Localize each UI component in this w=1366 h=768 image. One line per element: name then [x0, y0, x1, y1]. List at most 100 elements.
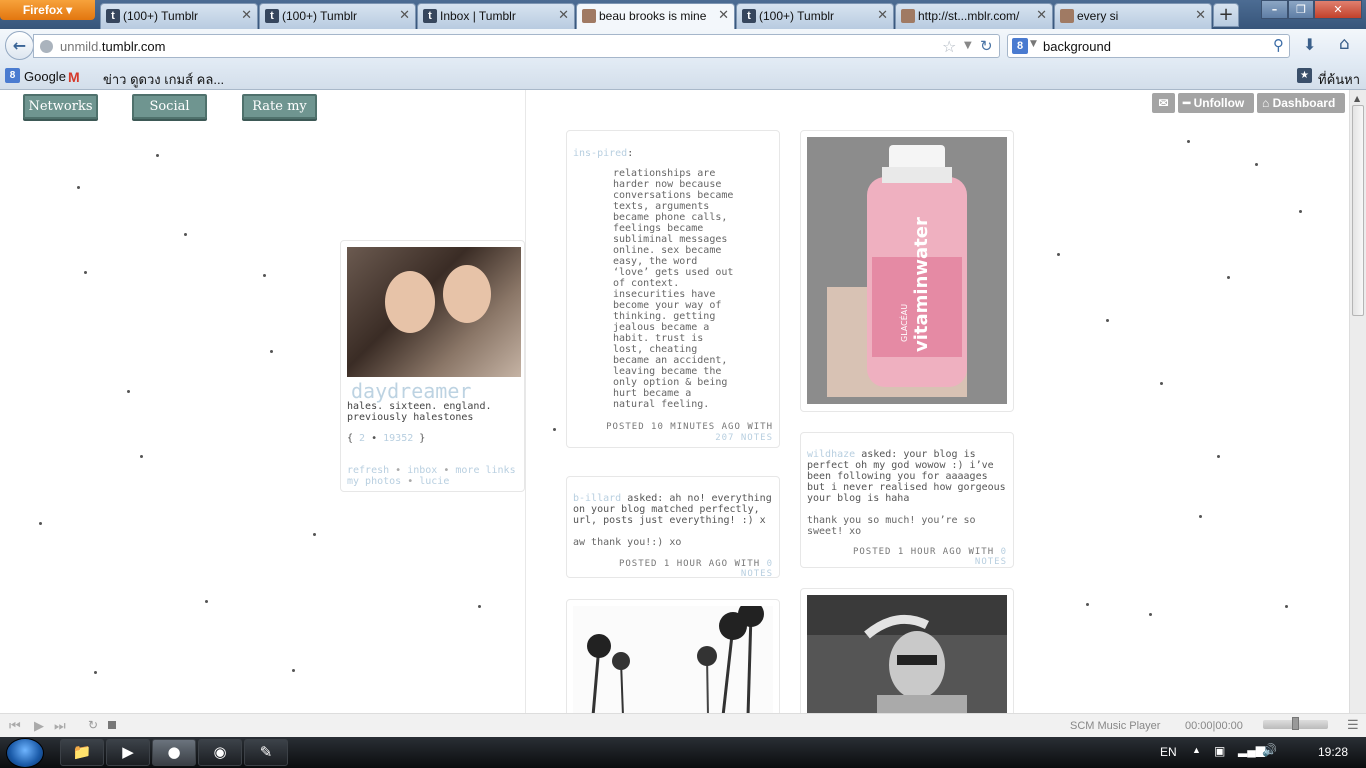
ask-verb: asked: — [861, 449, 898, 460]
network-icon[interactable]: ▣ — [1214, 744, 1225, 758]
firefox-menu-button[interactable]: Firefox ▾ — [0, 0, 95, 20]
speck-decoration — [1217, 455, 1220, 458]
star-icon[interactable]: ☆ — [942, 37, 956, 56]
more-links-link[interactable]: more links — [455, 465, 515, 476]
player-title: SCM Music Player — [1070, 720, 1161, 732]
window-close-button[interactable]: ✕ — [1314, 0, 1362, 19]
unfollow-button[interactable]: ━ Unfollow — [1178, 93, 1254, 113]
asker-link[interactable]: wildhaze — [807, 449, 855, 460]
download-icon[interactable]: ⬇ — [1303, 35, 1316, 54]
refresh-link[interactable]: refresh — [347, 465, 389, 476]
chevron-down-icon[interactable]: ▼ — [964, 40, 972, 51]
google-search-engine-icon[interactable]: 8 — [1012, 38, 1028, 54]
photo-post — [800, 588, 1014, 713]
tab-every-si[interactable]: every si ✕ — [1054, 3, 1212, 29]
bookmark-news[interactable]: ข่าว ดูดวง เกมส์ คล... — [103, 69, 224, 90]
notes-link[interactable]: 207 NOTES — [715, 433, 773, 443]
app-icon[interactable]: ✎ — [244, 739, 288, 766]
blog-description: hales. sixteen. england. previously hale… — [347, 401, 492, 423]
media-player-icon[interactable]: ▶ — [106, 739, 150, 766]
close-icon[interactable]: ✕ — [399, 8, 410, 23]
inbox-link[interactable]: inbox — [407, 465, 437, 476]
explorer-icon[interactable]: 📁 — [60, 739, 104, 766]
bookmarks-star-icon: ★ — [1297, 68, 1312, 83]
previous-icon[interactable]: ⏮ — [9, 718, 21, 734]
new-tab-button[interactable]: + — [1213, 3, 1239, 27]
rate-my-blog-link[interactable]: Rate my blog! — [242, 94, 317, 135]
tab-title: every si — [1077, 9, 1119, 23]
language-indicator[interactable]: EN — [1160, 745, 1177, 759]
show-hidden-icons-icon[interactable]: ▲ — [1192, 745, 1201, 755]
tab-tumblr-2[interactable]: t (100+) Tumblr ✕ — [259, 3, 416, 29]
close-icon[interactable]: ✕ — [718, 8, 729, 23]
maximize-button[interactable]: ❐ — [1288, 0, 1314, 19]
scroll-thumb[interactable] — [1352, 105, 1364, 316]
bookmark-google[interactable]: Google — [24, 69, 66, 84]
bookmark-search[interactable]: ที่ค้นหา — [1318, 69, 1360, 90]
speck-decoration — [140, 455, 143, 458]
signal-icon[interactable]: ▂▄▆ — [1238, 743, 1265, 757]
photo-favicon-icon — [1060, 9, 1074, 23]
photo-face — [443, 265, 491, 323]
close-icon[interactable]: ✕ — [877, 8, 888, 23]
volume-handle[interactable] — [1292, 717, 1299, 730]
tab-title: (100+) Tumblr — [123, 9, 199, 23]
networks-link[interactable]: Networks — [23, 94, 98, 119]
search-icon[interactable]: ⚲ — [1273, 36, 1284, 54]
close-icon[interactable]: ✕ — [1195, 8, 1206, 23]
asker-link[interactable]: b-illard — [573, 493, 621, 504]
gmail-icon[interactable]: M — [68, 69, 80, 85]
tab-tumblr-1[interactable]: t (100+) Tumblr ✕ — [100, 3, 258, 29]
clock[interactable]: 19:28 — [1318, 745, 1348, 759]
search-bar[interactable]: 8 ▼ background ⚲ — [1007, 34, 1290, 58]
photo-post: vitaminwater GLACÉAU — [800, 130, 1014, 412]
scroll-up-icon[interactable]: ▲ — [1354, 94, 1360, 103]
quote-text: relationships are harder now because con… — [613, 168, 734, 410]
post-meta: POSTED 1 HOUR AGO WITH 0 NOTES — [591, 559, 773, 579]
stop-icon[interactable] — [108, 721, 116, 729]
address-bar[interactable]: unmild.tumblr.com ☆ ▼ ↻ — [33, 34, 1000, 58]
firefox-icon[interactable]: ● — [152, 739, 196, 766]
back-button[interactable]: ← — [5, 31, 34, 60]
message-icon[interactable]: ✉ — [1152, 93, 1175, 113]
speck-decoration — [127, 390, 130, 393]
music-player-bar: ⏮ ▶ ⏭ ↻ SCM Music Player 00:00|00:00 ☰ — [0, 713, 1366, 737]
home-icon[interactable]: ⌂ — [1339, 34, 1350, 54]
post-meta: POSTED 10 MINUTES AGO WITH 207 NOTES — [591, 422, 773, 444]
column-divider — [525, 90, 526, 713]
speck-decoration — [1255, 163, 1258, 166]
speck-decoration — [292, 669, 295, 672]
minimize-button[interactable]: – — [1261, 0, 1288, 19]
tab-static-url[interactable]: http://st...mblr.com/ ✕ — [895, 3, 1053, 29]
search-input[interactable]: background — [1043, 39, 1111, 54]
tumblr-icon: t — [106, 9, 120, 23]
tab-tumblr-3[interactable]: t (100+) Tumblr ✕ — [736, 3, 894, 29]
close-icon[interactable]: ✕ — [558, 8, 569, 23]
tab-inbox[interactable]: t Inbox | Tumblr ✕ — [417, 3, 575, 29]
tab-active-blog[interactable]: beau brooks is mine ✕ — [576, 3, 735, 29]
social-medias-link[interactable]: Social Medias — [132, 94, 207, 135]
lucie-link[interactable]: lucie — [419, 476, 449, 487]
tumblr-icon: t — [265, 9, 279, 23]
speck-decoration — [1106, 319, 1109, 322]
vertical-scrollbar[interactable]: ▲ — [1349, 90, 1366, 713]
speck-decoration — [270, 350, 273, 353]
play-icon[interactable]: ▶ — [34, 718, 44, 734]
next-icon[interactable]: ⏭ — [54, 718, 66, 734]
dashboard-button[interactable]: ⌂ Dashboard — [1257, 93, 1345, 113]
source-link[interactable]: ins-pired — [573, 148, 627, 159]
my-photos-link[interactable]: my photos — [347, 476, 401, 487]
speck-decoration — [263, 274, 266, 277]
posts-count[interactable]: 19352 — [383, 433, 413, 444]
reload-icon[interactable]: ↻ — [980, 37, 993, 55]
close-icon[interactable]: ✕ — [1036, 8, 1047, 23]
playlist-icon[interactable]: ☰ — [1347, 717, 1359, 733]
tab-title: (100+) Tumblr — [282, 9, 358, 23]
volume-icon[interactable]: 🔊 — [1262, 743, 1277, 757]
arrow-left-icon: ← — [12, 36, 27, 55]
chrome-icon[interactable]: ◉ — [198, 739, 242, 766]
chevron-down-icon[interactable]: ▼ — [1030, 39, 1037, 49]
windows-start-button[interactable] — [6, 738, 44, 768]
repeat-icon[interactable]: ↻ — [88, 718, 98, 732]
close-icon[interactable]: ✕ — [241, 8, 252, 23]
